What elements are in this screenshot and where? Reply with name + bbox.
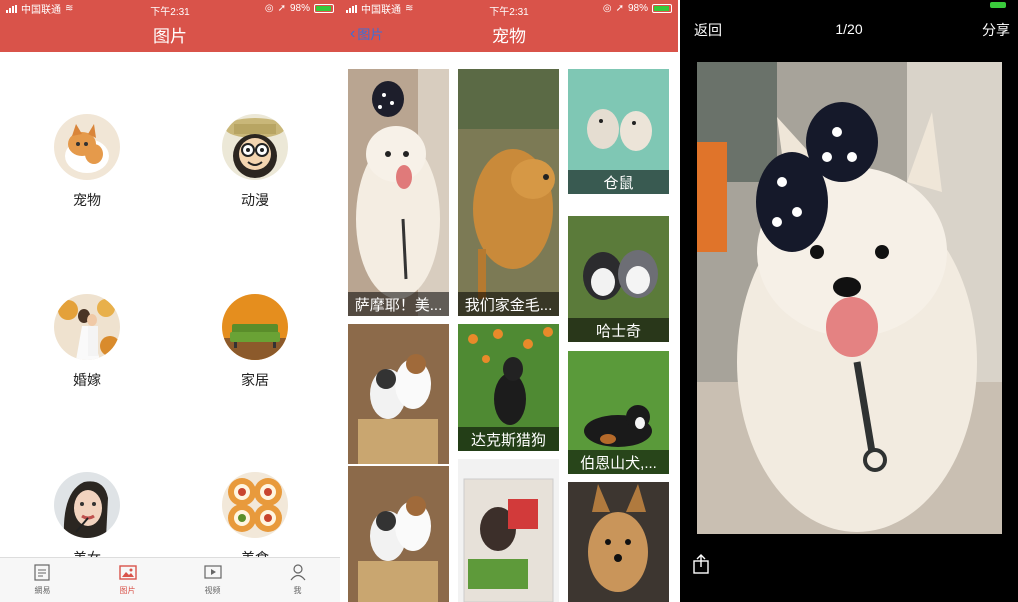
photo-counter: 1/20 <box>835 21 863 37</box>
gallery-tile-hamster[interactable]: 仓鼠 <box>568 69 669 194</box>
tile-caption: 哈士奇 <box>568 318 669 342</box>
category-label: 动漫 <box>241 192 269 208</box>
gallery-tile-cats-box[interactable] <box>348 324 449 464</box>
back-button[interactable]: ‹ 图片 <box>350 24 383 43</box>
status-bar: 中国联通 ≋ 下午2:31 ◎ ➚ 98% <box>0 0 340 18</box>
category-screen: 中国联通 ≋ 下午2:31 ◎ ➚ 98% 图片 宠物 动漫 婚嫁 家居 網易 … <box>0 0 340 602</box>
person-icon <box>290 564 305 581</box>
tile-caption: 萨摩耶！美... <box>348 292 449 316</box>
gallery-tile-husky[interactable]: 哈士奇 <box>568 216 669 342</box>
tab-pictures[interactable]: 图片 <box>85 558 170 602</box>
tab-label: 網易 <box>34 586 51 595</box>
tile-caption: 仓鼠 <box>568 170 669 194</box>
status-bar: 中国联通 ≋ 下午2:31 ◎ ➚ 98% <box>340 0 678 18</box>
tile-caption: 伯恩山犬,... <box>568 450 669 474</box>
gallery-tile-golden-retriever[interactable]: 我们家金毛... <box>458 69 559 316</box>
battery-icon <box>652 4 672 13</box>
video-icon <box>203 565 222 579</box>
chevron-left-icon: ‹ <box>350 24 356 42</box>
category-label: 家居 <box>241 372 269 388</box>
tab-video[interactable]: 视频 <box>170 558 255 602</box>
gallery-tile-dachshund[interactable]: 达克斯猎狗 <box>458 324 559 451</box>
screenshot-root: 中国联通 ≋ 下午2:31 ◎ ➚ 98% 图片 宠物 动漫 婚嫁 家居 網易 … <box>0 0 1018 602</box>
tab-label: 图片 <box>119 586 136 595</box>
battery-icon <box>314 4 334 13</box>
gallery-tile-bernese[interactable]: 伯恩山犬,... <box>568 351 669 474</box>
photo-samoyed-large[interactable] <box>697 62 1002 534</box>
news-icon <box>33 564 50 581</box>
share-button[interactable]: 分享 <box>982 20 1010 40</box>
tab-label: 视频 <box>204 586 221 595</box>
tab-news[interactable]: 網易 <box>0 558 85 602</box>
status-time: 下午2:31 <box>489 7 529 18</box>
wedding-thumbnail <box>54 294 120 360</box>
beauty-thumbnail <box>54 472 120 538</box>
tile-caption: 达克斯猎狗 <box>458 427 559 451</box>
category-item-food[interactable]: 美食 <box>195 472 315 568</box>
pet-thumbnail <box>54 114 120 180</box>
gallery-tile-yorkshire[interactable] <box>568 482 669 602</box>
tab-bar: 網易 图片 视频 我 <box>0 557 340 602</box>
category-item-beauty[interactable]: 美女 <box>27 472 147 568</box>
gallery-screen: 中国联通 ≋ 下午2:31 ◎ ➚ 98% 宠物 ‹ 图片 萨摩耶！美... 我… <box>340 0 678 602</box>
gallery-tile-cats-box-2[interactable] <box>348 466 449 602</box>
tab-me[interactable]: 我 <box>255 558 340 602</box>
category-item-pet[interactable]: 宠物 <box>27 114 147 210</box>
category-item-home[interactable]: 家居 <box>195 294 315 390</box>
category-grid: 宠物 动漫 婚嫁 家居 <box>0 52 340 566</box>
photo-viewer-screen: 返回 1/20 分享 <box>680 0 1018 602</box>
home-thumbnail <box>222 294 288 360</box>
category-label: 婚嫁 <box>73 372 101 388</box>
category-item-anime[interactable]: 动漫 <box>195 114 315 210</box>
food-thumbnail <box>222 472 288 538</box>
status-time: 下午2:31 <box>150 7 190 18</box>
picture-icon <box>118 565 137 580</box>
battery-indicator <box>990 2 1006 8</box>
category-item-wedding[interactable]: 婚嫁 <box>27 294 147 390</box>
category-label: 宠物 <box>73 192 101 208</box>
back-label: 图片 <box>357 27 384 42</box>
gallery-tile-samoyed[interactable]: 萨摩耶！美... <box>348 69 449 316</box>
gallery-tile-siamese-cat[interactable] <box>458 459 559 602</box>
page-title: 宠物 <box>340 17 678 52</box>
anime-thumbnail <box>222 114 288 180</box>
tile-caption: 我们家金毛... <box>458 292 559 316</box>
export-icon[interactable] <box>692 554 710 574</box>
tab-label: 我 <box>293 586 302 595</box>
page-title: 图片 <box>0 17 340 52</box>
